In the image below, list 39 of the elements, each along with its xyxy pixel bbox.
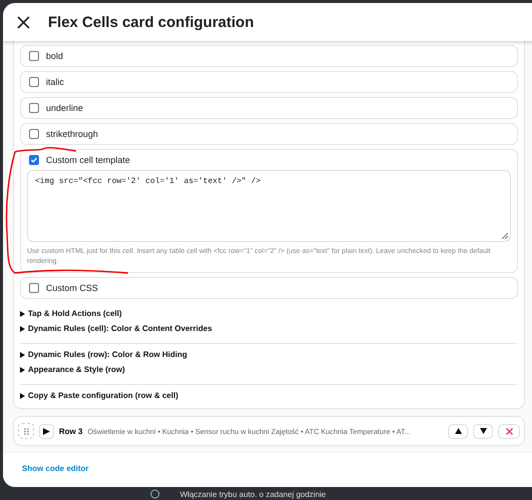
- show-code-editor-link[interactable]: Show code editor: [22, 464, 89, 472]
- close-icon[interactable]: [17, 16, 30, 28]
- caret-icon: [20, 326, 25, 332]
- option-label: italic: [46, 77, 64, 87]
- option-label: strikethrough: [46, 129, 98, 139]
- move-up-button[interactable]: [448, 424, 468, 439]
- section-toggle[interactable]: Tap & Hold Actions (cell): [20, 306, 518, 322]
- status-icon: [150, 489, 160, 499]
- play-icon: [43, 428, 50, 435]
- row-title: Row 3: [59, 426, 83, 436]
- section-toggle[interactable]: Dynamic Rules (cell): Color & Content Overrides: [20, 321, 518, 336]
- up-arrow-icon: [454, 428, 462, 434]
- caret-icon: [20, 310, 25, 317]
- drag-handle-icon[interactable]: [18, 423, 34, 440]
- caret-icon: [20, 392, 25, 399]
- checkbox[interactable]: [29, 77, 39, 87]
- checkbox[interactable]: [29, 129, 39, 139]
- checkbox[interactable]: [29, 51, 39, 61]
- checkbox[interactable]: [29, 283, 39, 294]
- close-icon: [506, 428, 512, 435]
- option-label: underline: [46, 103, 84, 113]
- section-toggle[interactable]: Copy & Paste configuration (row & cell): [20, 388, 518, 404]
- section-toggle[interactable]: Appearance & Style (row): [20, 362, 518, 378]
- option-label: bold: [46, 51, 64, 61]
- caret-icon: [20, 366, 25, 373]
- down-arrow-icon: [480, 428, 486, 434]
- dialog-title: Flex Cells card configuration: [48, 14, 254, 30]
- expand-button[interactable]: [39, 424, 54, 439]
- delete-button[interactable]: [498, 424, 520, 439]
- caret-icon: [20, 352, 25, 358]
- background-text: Włączanie trybu auto. o zadanej godzinie: [180, 490, 326, 498]
- option-label: Custom cell template: [46, 155, 130, 165]
- move-down-button[interactable]: [473, 424, 493, 439]
- resize-handle-icon[interactable]: [502, 233, 508, 239]
- checkbox[interactable]: [29, 155, 39, 165]
- checkbox[interactable]: [29, 103, 39, 113]
- section-toggle[interactable]: Dynamic Rules (row): Color & Row Hiding: [20, 347, 518, 362]
- option-label: Custom CSS: [46, 283, 98, 294]
- template-field[interactable]: <img src="<fcc row='2' col='1' as='text' />" />: [27, 170, 511, 242]
